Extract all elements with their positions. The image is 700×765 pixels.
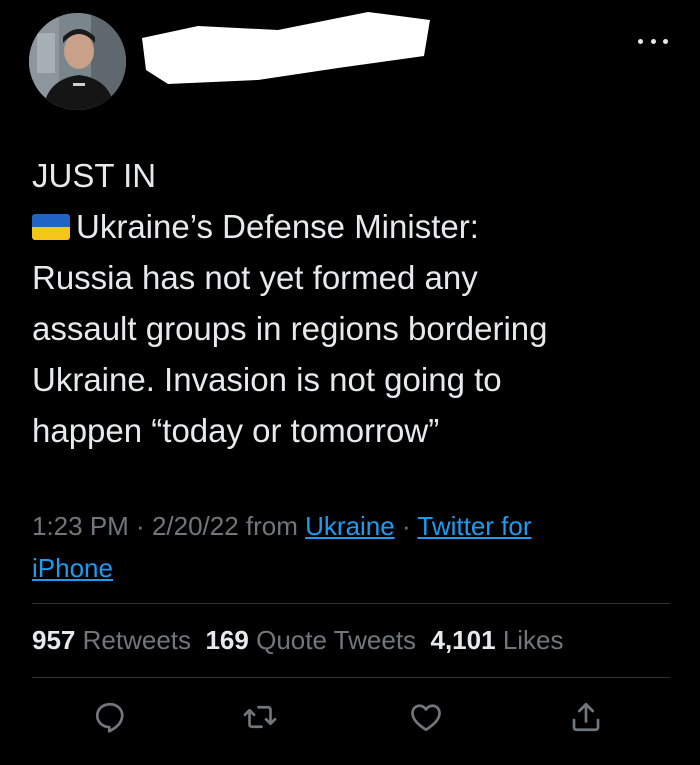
action-bar bbox=[0, 695, 700, 745]
likes-count: 4,101 bbox=[430, 625, 496, 655]
quote-tweets-stat[interactable]: 169 Quote Tweets bbox=[205, 625, 416, 655]
ukraine-flag-icon bbox=[32, 214, 70, 240]
reply-icon bbox=[95, 702, 124, 733]
more-options-button[interactable] bbox=[638, 32, 668, 50]
share-icon bbox=[572, 702, 600, 732]
retweet-button[interactable] bbox=[238, 695, 282, 739]
retweets-label: Retweets bbox=[82, 625, 192, 655]
source-link-line2: iPhone bbox=[32, 553, 113, 583]
tweet-line: Ukraine’s Defense Minister: bbox=[32, 201, 672, 252]
tweet-stats: 957 Retweets 169 Quote Tweets 4,101 Like… bbox=[32, 620, 564, 660]
like-button[interactable] bbox=[404, 695, 448, 739]
from-label: from bbox=[238, 511, 306, 541]
share-button[interactable] bbox=[564, 695, 608, 739]
tweet-meta: 1:23 PM · 2/20/22 from Ukraine · Twitter… bbox=[32, 505, 632, 589]
redacted-username bbox=[142, 12, 430, 84]
more-dot bbox=[663, 38, 668, 44]
tweet-text: JUST IN Ukraine’s Defense Minister: Russ… bbox=[32, 150, 672, 456]
quote-tweets-count: 169 bbox=[205, 625, 249, 655]
divider bbox=[32, 677, 670, 678]
retweets-stat[interactable]: 957 Retweets bbox=[32, 625, 191, 655]
avatar[interactable] bbox=[29, 13, 126, 110]
retweets-count: 957 bbox=[32, 625, 76, 655]
tweet-time[interactable]: 1:23 PM bbox=[32, 511, 129, 541]
separator: · bbox=[128, 511, 152, 541]
location-link[interactable]: Ukraine bbox=[305, 511, 395, 541]
more-dot bbox=[650, 38, 656, 44]
divider bbox=[32, 603, 670, 604]
heart-icon bbox=[411, 704, 441, 732]
separator: · bbox=[394, 511, 418, 541]
tweet-line: happen “today or tomorrow” bbox=[32, 412, 440, 449]
tweet-line: Ukraine. Invasion is not going to bbox=[32, 361, 502, 398]
tweet-line: assault groups in regions bordering bbox=[32, 310, 548, 347]
tweet-line: Russia has not yet formed any bbox=[32, 259, 478, 296]
avatar-photo bbox=[29, 13, 126, 110]
likes-stat[interactable]: 4,101 Likes bbox=[431, 625, 564, 655]
tweet-line: JUST IN bbox=[32, 157, 157, 194]
reply-button[interactable] bbox=[88, 695, 132, 739]
retweet-icon bbox=[243, 705, 277, 729]
tweet-date[interactable]: 2/20/22 bbox=[152, 511, 239, 541]
likes-label: Likes bbox=[502, 625, 564, 655]
quote-tweets-label: Quote Tweets bbox=[256, 625, 417, 655]
source-link-line1: Twitter for bbox=[417, 511, 532, 541]
tweet-line-text: Ukraine’s Defense Minister: bbox=[76, 208, 479, 245]
more-dot bbox=[638, 38, 643, 44]
